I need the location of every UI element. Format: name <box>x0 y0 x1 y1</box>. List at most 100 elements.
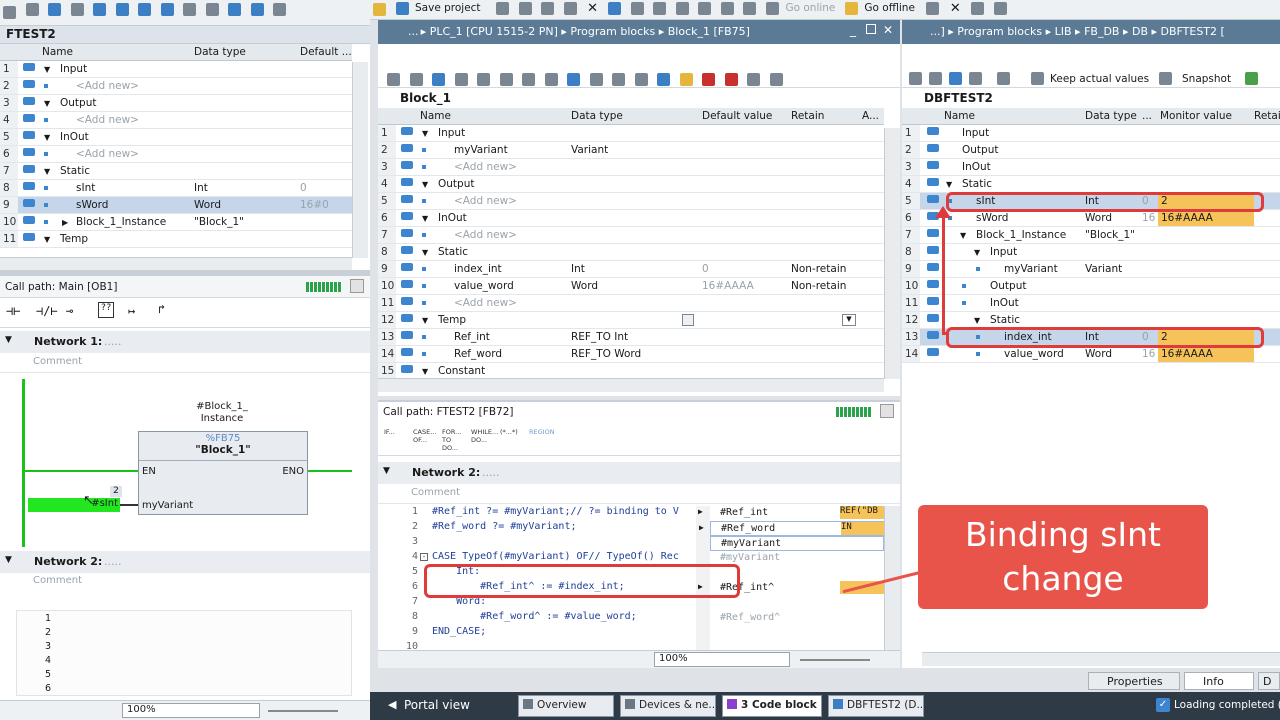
delete-row-icon[interactable] <box>25 3 39 16</box>
split-vertical-icon[interactable] <box>993 1 1007 15</box>
m-absolute-icon[interactable] <box>657 72 670 86</box>
table-row[interactable]: 6 sWord Word 16 16#AAAA <box>902 210 1280 227</box>
coil-icon[interactable]: ⊸ <box>66 304 73 318</box>
table-row[interactable]: 14 value_word Word 16 16#AAAA <box>902 346 1280 363</box>
table-row[interactable]: 11 <Add new> <box>378 295 884 312</box>
nc-contact-icon[interactable]: ⊣/⊢ <box>36 304 58 318</box>
row-datatype[interactable]: Word <box>1085 212 1112 224</box>
table-row[interactable]: 2 <Add new> <box>0 78 352 95</box>
comment-icon[interactable] <box>160 3 174 16</box>
network1-comment[interactable]: Comment <box>0 353 370 373</box>
row-name[interactable]: myVariant <box>1004 263 1058 275</box>
go-online-button[interactable]: Go online <box>785 2 835 14</box>
watch-expand-icon[interactable]: ▶ <box>699 523 704 532</box>
middle-restore-icon[interactable] <box>866 24 876 34</box>
row-name[interactable]: Ref_word <box>454 348 502 360</box>
middle-zoom-slider[interactable] <box>800 659 870 661</box>
table-row[interactable]: 10 ▶ Block_1_Instance "Block_1" <box>0 214 352 231</box>
m-network2-toggle-icon[interactable]: ▼ <box>383 466 390 476</box>
expand-toggle-icon[interactable]: ▼ <box>44 133 50 142</box>
row-name[interactable]: <Add new> <box>76 114 139 126</box>
r-col-monitor[interactable]: Monitor value <box>1160 110 1232 122</box>
expand-toggle-icon[interactable]: ▼ <box>946 180 952 189</box>
middle-monitor-icon[interactable] <box>880 404 894 418</box>
row-datatype[interactable]: Int <box>194 182 208 194</box>
row-datatype[interactable]: Int <box>571 263 585 275</box>
code-line[interactable]: 8 #Ref_word^ := #value_word; <box>396 611 696 626</box>
row-name[interactable]: InOut <box>990 297 1019 309</box>
expand-toggle-icon[interactable]: ▼ <box>422 180 428 189</box>
row-datatype[interactable]: "Block_1" <box>1085 229 1135 241</box>
expand-toggle-icon[interactable]: ▼ <box>44 99 50 108</box>
left-zoom-slider[interactable] <box>268 710 338 712</box>
row-name[interactable]: Block_1_Instance <box>976 229 1066 241</box>
table-row[interactable]: 14 Ref_word REF_TO Word <box>378 346 884 363</box>
m-breakpoint-icon[interactable] <box>702 72 715 86</box>
table-row[interactable]: 3 ▼ Output <box>0 95 352 112</box>
table-row[interactable]: 6 <Add new> <box>0 146 352 163</box>
row-name[interactable]: Ref_int <box>454 331 490 343</box>
m-insert-row-icon[interactable] <box>387 72 400 86</box>
expand-icon[interactable] <box>115 3 129 16</box>
row-name[interactable]: Input <box>60 63 87 75</box>
col-datatype[interactable]: Data type <box>194 46 246 58</box>
row-datatype[interactable]: Word <box>194 199 221 211</box>
middle-minimize-icon[interactable]: _ <box>850 23 856 37</box>
expand-toggle-icon[interactable]: ▼ <box>422 129 428 138</box>
row-name[interactable]: <Add new> <box>76 148 139 160</box>
monitor-icon[interactable] <box>350 279 364 293</box>
m-watch-icon[interactable] <box>747 72 760 86</box>
table-row[interactable]: 3 InOut <box>902 159 1280 176</box>
m-col-name[interactable]: Name <box>420 110 451 122</box>
row-name[interactable]: Static <box>962 178 992 190</box>
table-row[interactable]: 1 Input <box>902 125 1280 142</box>
sint-operand[interactable]: #sInt <box>28 498 120 512</box>
code-line[interactable]: 3 <box>396 536 696 551</box>
upload-icon[interactable] <box>720 1 734 15</box>
editor-tab[interactable]: DBFTEST2 (D... <box>828 695 924 717</box>
abs-icon[interactable] <box>205 3 219 16</box>
row-name[interactable]: <Add new> <box>454 297 517 309</box>
editor-tab[interactable]: Overview <box>518 695 614 717</box>
table-row[interactable]: 5 ▼ InOut <box>0 129 352 146</box>
scl-instruction-button[interactable]: FOR... TO DO... <box>442 428 468 452</box>
m-monitor-icon[interactable] <box>679 72 693 86</box>
table-row[interactable]: 2 myVariant Variant <box>378 142 884 159</box>
row-name[interactable]: <Add new> <box>454 161 517 173</box>
expand-toggle-icon[interactable]: ▼ <box>44 235 50 244</box>
m-col-retain[interactable]: Retain <box>791 110 824 122</box>
r-insert-icon[interactable] <box>909 72 922 85</box>
favorites-icon[interactable] <box>183 3 196 16</box>
row-name[interactable]: Static <box>990 314 1020 326</box>
print-icon[interactable] <box>496 1 510 15</box>
watch-expand-icon[interactable]: ▶ <box>698 507 703 516</box>
table-row[interactable]: 4 <Add new> <box>0 112 352 129</box>
collapse-icon[interactable] <box>138 3 151 16</box>
row-name[interactable]: Static <box>438 246 468 258</box>
r-col-offset[interactable]: ... <box>1142 110 1152 122</box>
table-row[interactable]: 6 ▼ InOut <box>378 210 884 227</box>
code-line[interactable]: 2 #Ref_word ?= #myVariant; <box>396 521 696 536</box>
table-row[interactable]: 1 ▼ Input <box>0 61 352 78</box>
expand-toggle-icon[interactable]: ▼ <box>422 316 428 325</box>
scl-instruction-button[interactable]: WHILE... DO... <box>471 428 498 444</box>
table-row[interactable]: 9 index_int Int 0 Non-retain <box>378 261 884 278</box>
m-col-default[interactable]: Default value <box>702 110 772 122</box>
row-datatype[interactable]: Variant <box>1085 263 1122 275</box>
row-default[interactable]: 16#0 <box>300 199 329 211</box>
r-col-name[interactable]: Name <box>944 110 975 122</box>
row-default[interactable]: 0 <box>300 182 307 194</box>
info-tab[interactable]: Info <box>1184 672 1254 690</box>
r-copy-snapshot-icon[interactable] <box>1245 72 1258 85</box>
expand-toggle-icon[interactable]: ▼ <box>960 231 966 240</box>
r-col-datatype[interactable]: Data type <box>1085 110 1137 122</box>
m-bookmark-prev-icon[interactable] <box>612 72 625 86</box>
table-row[interactable]: 13 Ref_int REF_TO Int <box>378 329 884 346</box>
table-row[interactable]: 8 ▼ Static <box>378 244 884 261</box>
table-row[interactable]: 2 Output <box>902 142 1280 159</box>
middle-close-icon[interactable]: ✕ <box>883 23 893 37</box>
network-icon[interactable] <box>93 3 106 16</box>
row-name[interactable]: Input <box>438 127 465 139</box>
box-icon[interactable]: ?? <box>98 302 114 318</box>
network2-header[interactable]: ▼ Network 2: ..... <box>0 551 370 573</box>
